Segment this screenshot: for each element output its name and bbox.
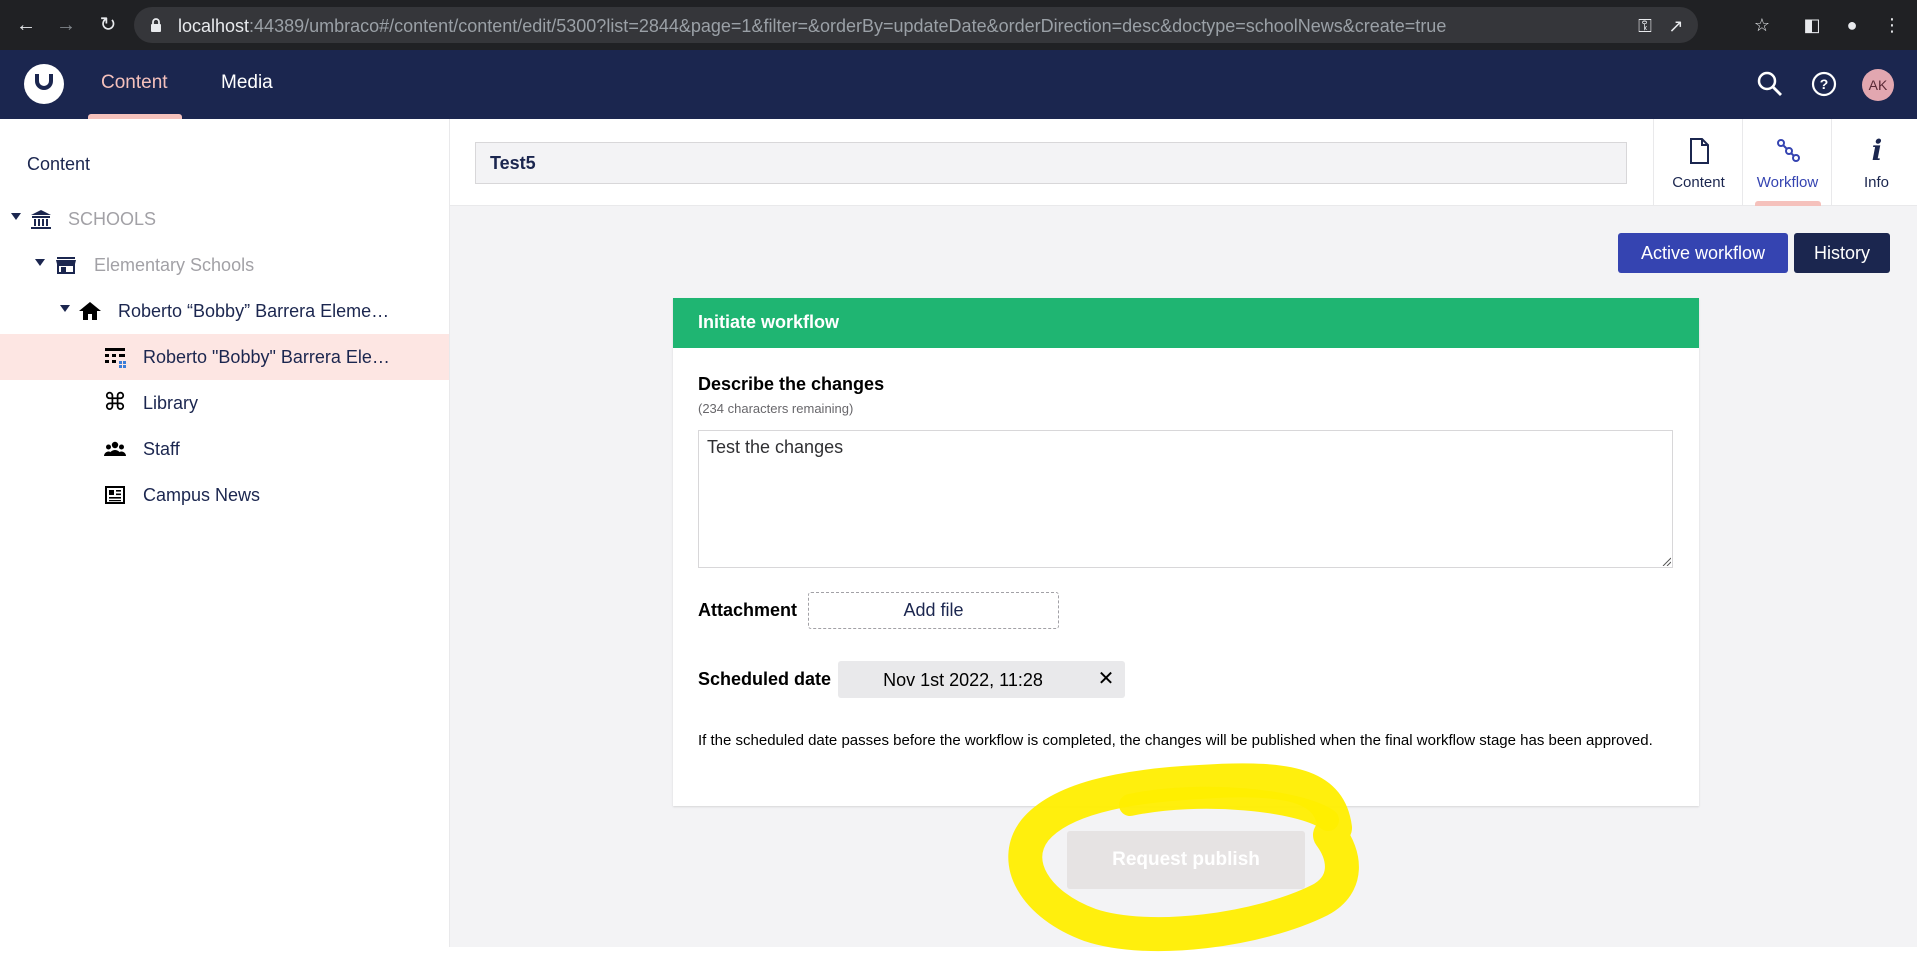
scheduled-date-label: Scheduled date: [698, 669, 832, 689]
history-button[interactable]: History: [1794, 233, 1890, 273]
back-arrow-icon[interactable]: ←: [14, 13, 38, 37]
bookmark-star-icon[interactable]: ☆: [1750, 13, 1774, 37]
search-icon[interactable]: [1756, 70, 1784, 98]
app-tab-workflow[interactable]: Workflow: [1742, 119, 1831, 206]
sidebar-title: Content: [27, 154, 91, 174]
initiate-workflow-panel: Initiate workflow Describe the changes (…: [673, 298, 1699, 806]
section-content[interactable]: Content: [101, 72, 168, 94]
side-panel-icon[interactable]: ◧: [1800, 13, 1824, 37]
app-tab-info[interactable]: i Info: [1831, 119, 1917, 206]
address-bar[interactable]: localhost:44389/umbraco#/content/content…: [134, 7, 1698, 43]
newspaper-icon: [105, 486, 125, 504]
app-header: Content Media ? AK: [0, 50, 1917, 119]
tree-item-library[interactable]: ⌘ Library: [0, 380, 449, 426]
tree-item-school-news[interactable]: Roberto "Bobby" Barrera Ele…: [0, 334, 449, 380]
help-icon[interactable]: ?: [1810, 70, 1838, 98]
svg-text:?: ?: [1820, 76, 1829, 92]
key-icon[interactable]: ⚿: [1634, 15, 1656, 37]
close-icon[interactable]: ✕: [1096, 668, 1116, 690]
tree-item-school-barrera[interactable]: Roberto “Bobby” Barrera Eleme…: [0, 288, 449, 334]
tree-item-label: Library: [143, 393, 199, 413]
app-tab-label: Info: [1863, 174, 1890, 191]
users-icon: [104, 441, 126, 456]
tree-item-staff[interactable]: Staff: [0, 426, 449, 472]
content-tree-sidebar: Content SCHOOLS Elementary Schools Rober…: [0, 119, 450, 947]
description-textarea[interactable]: Test the changes: [698, 430, 1673, 568]
schedule-note: If the scheduled date passes before the …: [698, 732, 1653, 749]
section-media[interactable]: Media: [221, 72, 273, 94]
tree-item-schools[interactable]: SCHOOLS: [0, 196, 449, 242]
tree-item-label: Campus News: [143, 485, 261, 505]
info-icon: i: [1871, 134, 1883, 167]
profile-icon[interactable]: ●: [1840, 13, 1864, 37]
command-icon: ⌘: [103, 389, 127, 416]
home-icon: [79, 302, 101, 320]
store-icon: [56, 257, 76, 274]
tree-item-campus-news[interactable]: Campus News: [0, 472, 449, 518]
umbraco-logo-icon[interactable]: [24, 64, 64, 104]
panel-title: Initiate workflow: [673, 298, 1699, 348]
editor-main: Content Workflow i Info Active workflow …: [450, 119, 1917, 947]
app-tab-label: Workflow: [1756, 174, 1819, 191]
caret-down-icon[interactable]: [60, 305, 70, 312]
browser-toolbar: ← → ↻ localhost:44389/umbraco#/content/c…: [0, 0, 1917, 50]
describe-label: Describe the changes: [698, 374, 885, 394]
request-publish-button[interactable]: Request publish: [1067, 831, 1305, 889]
workflow-icon: [1777, 139, 1800, 162]
node-name-input[interactable]: [475, 142, 1627, 184]
app-tab-content[interactable]: Content: [1653, 119, 1742, 206]
bottom-strip: [450, 947, 1917, 967]
caret-down-icon[interactable]: [35, 259, 45, 266]
tree-item-label: SCHOOLS: [68, 209, 157, 229]
active-workflow-button[interactable]: Active workflow: [1618, 233, 1788, 273]
grid-icon: [105, 348, 126, 368]
kebab-menu-icon[interactable]: ⋮: [1880, 13, 1904, 37]
scheduled-date-picker[interactable]: Nov 1st 2022, 11:28 ✕: [838, 661, 1125, 698]
scheduled-date-value: Nov 1st 2022, 11:28: [883, 670, 1043, 690]
add-file-button[interactable]: Add file: [808, 592, 1059, 629]
tree-item-label: Roberto “Bobby” Barrera Eleme…: [118, 301, 390, 321]
reload-icon[interactable]: ↻: [96, 13, 120, 37]
tree-item-elementary-schools[interactable]: Elementary Schools: [0, 242, 449, 288]
url-text: localhost:44389/umbraco#/content/content…: [178, 16, 1447, 36]
document-icon: [1690, 138, 1709, 164]
resize-handle-icon[interactable]: [1661, 556, 1671, 566]
institution-icon: [31, 210, 51, 229]
app-tab-label: Content: [1672, 174, 1725, 191]
editor-header: Content Workflow i Info: [450, 119, 1917, 206]
user-avatar[interactable]: AK: [1862, 69, 1894, 101]
attachment-label: Attachment: [698, 600, 798, 620]
caret-down-icon[interactable]: [11, 213, 21, 220]
chars-remaining: (234 characters remaining): [698, 401, 854, 416]
forward-arrow-icon[interactable]: →: [54, 13, 78, 37]
tree-item-label: Roberto "Bobby" Barrera Ele…: [143, 347, 390, 367]
active-tab-indicator: [1755, 201, 1821, 206]
share-icon[interactable]: ↗: [1665, 15, 1687, 37]
tree-item-label: Staff: [143, 439, 180, 459]
lock-icon: [151, 18, 161, 32]
tree-item-label: Elementary Schools: [94, 255, 255, 275]
